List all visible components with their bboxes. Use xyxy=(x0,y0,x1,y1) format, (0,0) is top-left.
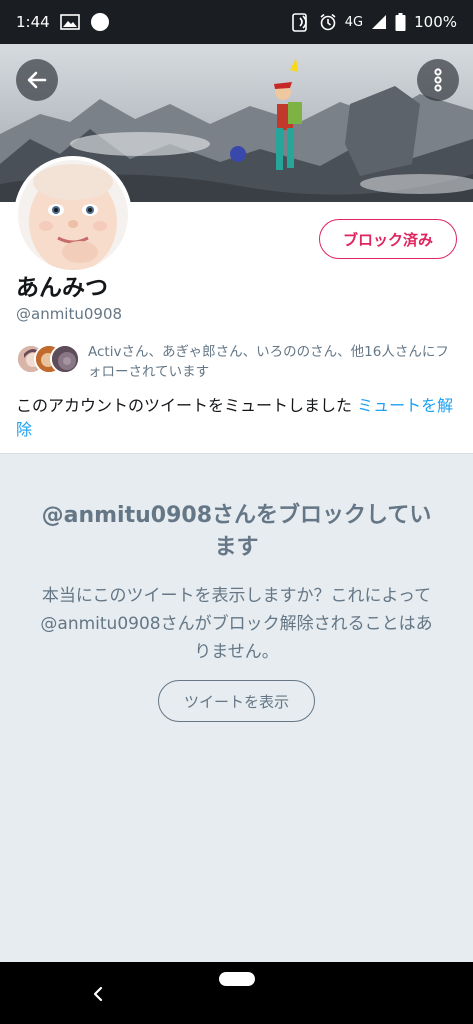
follower-avatar xyxy=(50,344,80,374)
network-type: 4G xyxy=(344,14,364,30)
alarm-icon xyxy=(319,13,337,31)
followed-by-row[interactable]: Activさん、あぎゃ郎さん、いろののさん、他16人さんにフォローされています xyxy=(16,342,458,382)
home-pill-icon[interactable] xyxy=(219,972,255,986)
muted-text: このアカウントのツイートをミュートしました xyxy=(16,396,353,415)
show-tweets-button[interactable]: ツイートを表示 xyxy=(158,680,315,722)
follower-avatars xyxy=(16,342,82,376)
nfc-icon xyxy=(291,12,311,32)
profile-section: ブロック済み あんみつ @anmitu0908 Activさん、あぎゃ郎さん、い… xyxy=(0,156,473,454)
gallery-icon xyxy=(59,14,80,30)
clock: 1:44 xyxy=(16,13,50,31)
battery-level: 100% xyxy=(414,13,457,31)
signal-icon xyxy=(371,14,387,30)
status-bar-right: 4G 100% xyxy=(291,12,457,32)
block-notice-description: 本当にこのツイートを表示しますか？これによって@anmitu0908さんがブロッ… xyxy=(40,586,433,662)
avatar[interactable] xyxy=(14,156,132,274)
system-nav-bar xyxy=(0,962,473,1024)
status-bar: 1:44 4G 100% xyxy=(0,0,473,44)
more-options-button[interactable] xyxy=(417,59,459,101)
user-handle: @anmitu0908 xyxy=(16,305,123,323)
muted-notice: このアカウントのツイートをミュートしました ミュートを解除 xyxy=(16,394,461,442)
vertical-ellipsis-icon xyxy=(432,68,444,92)
blocked-button[interactable]: ブロック済み xyxy=(319,219,457,259)
battery-icon xyxy=(395,13,406,31)
block-notice: @anmitu0908さんをブロックしています 本当にこのツイートを表示しますか… xyxy=(0,500,473,666)
block-notice-title: @anmitu0908さんをブロックしています xyxy=(41,503,432,560)
chevron-left-icon[interactable] xyxy=(88,984,108,1004)
circle-notification-icon xyxy=(90,12,110,32)
back-button[interactable] xyxy=(16,59,58,101)
divider xyxy=(0,453,473,454)
followed-by-text: Activさん、あぎゃ郎さん、いろののさん、他16人さんにフォローされています xyxy=(88,344,449,380)
status-bar-left: 1:44 xyxy=(16,12,110,32)
display-name: あんみつ xyxy=(16,275,108,301)
arrow-left-icon xyxy=(25,68,49,92)
